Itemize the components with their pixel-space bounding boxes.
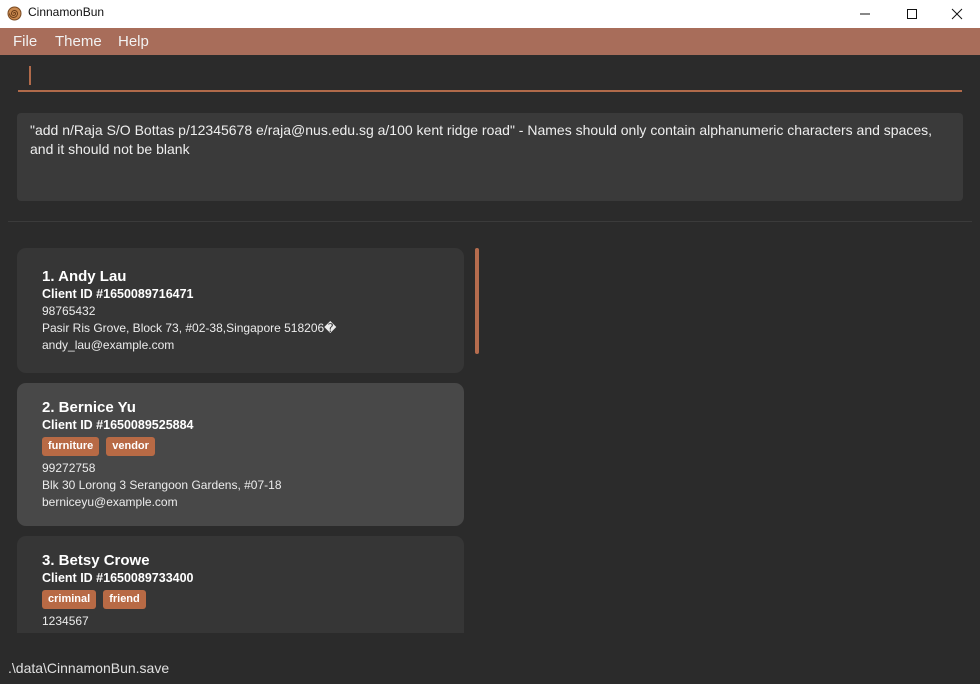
divider <box>8 221 972 222</box>
person-address: Pasir Ris Grove, Block 73, #02-38,Singap… <box>42 321 337 335</box>
person-phone: 99272758 <box>42 461 96 475</box>
person-email: andy_lau@example.com <box>42 338 175 352</box>
client-id: Client ID #1650089525884 <box>42 418 194 432</box>
person-card[interactable]: 2. Bernice Yu Client ID #1650089525884 f… <box>17 383 464 526</box>
maximize-button[interactable] <box>889 0 935 28</box>
tag: friend <box>103 590 146 609</box>
minimize-icon <box>860 13 870 15</box>
menu-help[interactable]: Help <box>118 33 149 50</box>
tag: furniture <box>42 437 100 456</box>
title-bar: CinnamonBun <box>0 0 980 28</box>
tag: vendor <box>106 437 155 456</box>
person-card[interactable]: 3. Betsy Crowe Client ID #1650089733400 … <box>17 536 464 633</box>
command-input[interactable] <box>18 58 962 90</box>
result-message: "add n/Raja S/O Bottas p/12345678 e/raja… <box>30 122 933 157</box>
menu-file[interactable]: File <box>13 33 37 50</box>
person-email: berniceyu@example.com <box>42 495 178 509</box>
tag-list: furniture vendor <box>42 437 155 456</box>
close-icon <box>951 8 963 20</box>
person-name: 1. Andy Lau <box>42 268 127 285</box>
close-button[interactable] <box>934 0 980 28</box>
menu-bar: File Theme Help <box>0 28 980 55</box>
person-name: 2. Bernice Yu <box>42 399 136 416</box>
command-box <box>18 58 962 92</box>
client-id: Client ID #1650089716471 <box>42 287 194 301</box>
menu-theme[interactable]: Theme <box>55 33 102 50</box>
client-id: Client ID #1650089733400 <box>42 571 194 585</box>
window-title: CinnamonBun <box>28 5 105 19</box>
result-display: "add n/Raja S/O Bottas p/12345678 e/raja… <box>17 113 963 201</box>
maximize-icon <box>907 9 917 19</box>
person-name: 3. Betsy Crowe <box>42 552 150 569</box>
tag: criminal <box>42 590 97 609</box>
person-card[interactable]: 1. Andy Lau Client ID #1650089716471 987… <box>17 248 464 373</box>
person-list[interactable]: 1. Andy Lau Client ID #1650089716471 987… <box>17 248 464 633</box>
person-address: Blk 30 Lorong 3 Serangoon Gardens, #07-1… <box>42 478 282 492</box>
list-scrollbar[interactable] <box>475 248 479 354</box>
person-phone: 1234567 <box>42 614 89 628</box>
cinnamon-bun-icon <box>7 6 22 21</box>
person-phone: 98765432 <box>42 304 96 318</box>
save-location: .\data\CinnamonBun.save <box>8 660 170 676</box>
minimize-button[interactable] <box>842 0 888 28</box>
tag-list: criminal friend <box>42 590 146 609</box>
